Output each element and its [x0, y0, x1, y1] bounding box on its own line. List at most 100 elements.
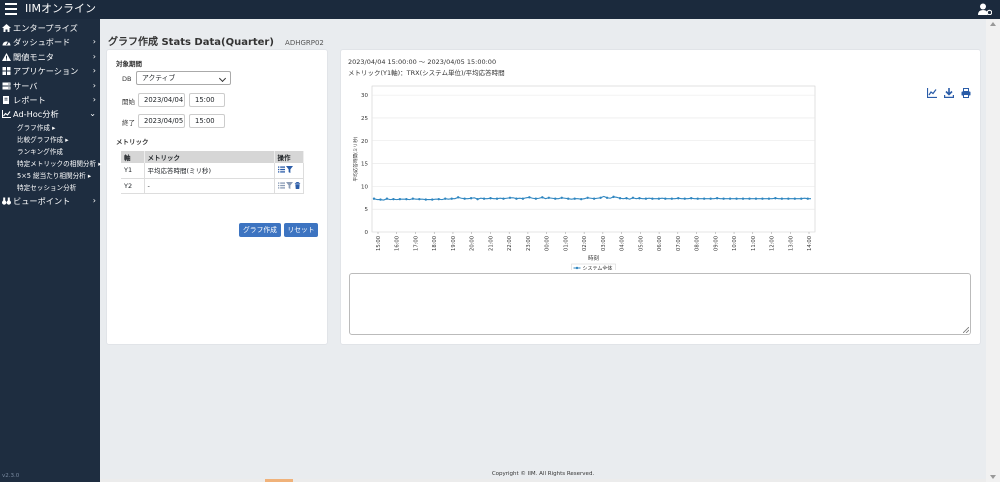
data-point — [702, 197, 706, 200]
chart-type-icon[interactable] — [927, 88, 937, 98]
sidebar-subitem[interactable]: 特定メトリックの相関分析 ▸ — [0, 158, 102, 170]
end-time-input[interactable]: 15:00 — [189, 114, 225, 128]
data-point — [787, 197, 790, 200]
x-axis-label: 時刻 — [588, 254, 600, 262]
scroll-up-icon[interactable] — [990, 22, 996, 26]
data-point — [638, 197, 641, 200]
y-tick-label: 10 — [361, 184, 368, 190]
start-time-input[interactable]: 15:00 — [189, 93, 225, 107]
data-point — [664, 197, 667, 200]
col-actions: 操作 — [274, 151, 304, 163]
x-tick-label: 19:00 — [451, 236, 457, 251]
filter-icon[interactable] — [285, 181, 293, 189]
sidebar-subitem[interactable]: ランキング作成 — [0, 146, 100, 158]
data-point — [767, 197, 771, 200]
sidebar-subitem[interactable]: グラフ作成 ▸ — [0, 122, 100, 134]
chart-icon — [2, 110, 11, 119]
sidebar-item[interactable]: エンタープライズ — [0, 21, 100, 35]
warning-icon — [2, 52, 11, 61]
legend-marker — [575, 266, 579, 270]
filter-icon[interactable] — [285, 166, 293, 174]
sidebar-item[interactable]: ビューポイント › — [0, 194, 100, 208]
sidebar-item[interactable]: 閾値モニタ › — [0, 50, 100, 64]
x-tick-label: 12:00 — [770, 236, 776, 251]
db-select[interactable]: アクティブ — [136, 71, 231, 85]
data-point — [573, 197, 576, 200]
metric-heading: メトリック — [116, 138, 149, 146]
chevron-right-icon: › — [92, 80, 96, 90]
page-title: グラフ作成 Stats Data(Quarter) — [108, 37, 274, 48]
data-point — [605, 196, 609, 199]
data-point — [444, 197, 447, 200]
db-label: DB — [122, 75, 132, 83]
x-tick-label: 04:00 — [620, 236, 626, 251]
row-axis: Y2 — [121, 178, 145, 194]
y-tick-label: 0 — [365, 230, 369, 236]
resize-grip-icon[interactable] — [963, 327, 969, 333]
x-tick-label: 06:00 — [657, 236, 663, 251]
data-point — [560, 196, 563, 199]
row-actions — [274, 178, 304, 194]
sidebar-item[interactable]: ダッシュボード › — [0, 35, 100, 49]
notes-textarea[interactable] — [349, 273, 971, 335]
y-tick-label: 20 — [361, 139, 368, 145]
chevron-right-icon: › — [92, 51, 96, 61]
data-point — [586, 196, 589, 199]
y-tick-label: 25 — [361, 116, 368, 122]
download-icon[interactable] — [944, 88, 954, 98]
scroll-down-icon[interactable] — [990, 475, 996, 479]
data-point — [398, 197, 402, 201]
start-label: 開始 — [122, 98, 135, 106]
target-period-heading: 対象期間 — [116, 60, 142, 68]
vertical-scrollbar[interactable] — [986, 19, 1000, 482]
data-point — [748, 197, 751, 200]
data-point — [761, 197, 764, 200]
chevron-right-icon: › — [92, 37, 96, 47]
data-point — [547, 196, 550, 199]
x-tick-label: 08:00 — [695, 236, 701, 251]
sidebar: エンタープライズ ダッシュボード › 閾値モニタ › アプリケーション › サーバ › レポート ›… — [0, 19, 102, 482]
nav-list: エンタープライズ ダッシュボード › 閾値モニタ › アプリケーション › サーバ › レポート ›… — [0, 21, 100, 122]
metric-table: 軸 メトリック 操作 Y1 平均応答時間(ミリ秒) Y2 - — [121, 151, 304, 194]
sidebar-item[interactable]: レポート › — [0, 93, 100, 107]
sidebar-item[interactable]: サーバ › — [0, 79, 100, 93]
data-point — [728, 197, 732, 200]
chart-metric-label: メトリック(Y1軸)：TRX(システム単位)/平均応答時間 — [348, 69, 505, 77]
sidebar-item-label: レポート — [13, 94, 46, 105]
x-tick-label: 05:00 — [638, 236, 644, 251]
data-point — [482, 197, 486, 200]
data-point — [405, 197, 408, 201]
create-graph-button[interactable]: グラフ作成 — [239, 223, 281, 237]
row-axis: Y1 — [121, 163, 145, 179]
data-point — [392, 197, 395, 201]
col-axis: 軸 — [121, 151, 145, 163]
end-date-input[interactable]: 2023/04/05 — [138, 114, 185, 128]
list-icon[interactable] — [277, 166, 285, 173]
data-point — [495, 197, 499, 200]
binoculars-icon — [2, 197, 11, 205]
user-settings-icon[interactable] — [978, 3, 992, 15]
sidebar-item-label: ダッシュボード — [13, 37, 71, 48]
sidebar-subitem[interactable]: 5×5 総当たり相関分析 ▸ — [0, 170, 100, 182]
sidebar-item-label: エンタープライズ — [13, 23, 78, 33]
app-title: IIMオンライン — [25, 2, 96, 15]
data-point — [754, 197, 758, 200]
start-date-input[interactable]: 2023/04/04 — [138, 93, 185, 107]
trash-icon[interactable] — [294, 181, 301, 189]
x-tick-label: 22:00 — [507, 236, 513, 251]
list-icon[interactable] — [277, 181, 285, 189]
row-metric: - — [144, 178, 275, 194]
app-version: v2.3.0 — [2, 473, 20, 479]
sidebar-item[interactable]: アプリケーション › — [0, 64, 100, 78]
hamburger-menu-icon[interactable] — [5, 3, 17, 15]
x-tick-label: 02:00 — [582, 236, 588, 251]
sidebar-subitem[interactable]: 比較グラフ作成 ▸ — [0, 134, 100, 146]
sidebar-subitem[interactable]: 特定セッション分析 — [0, 182, 100, 194]
x-tick-label: 14:00 — [807, 236, 813, 251]
end-label: 終了 — [122, 119, 135, 127]
print-icon[interactable] — [961, 88, 971, 98]
reset-button[interactable]: リセット — [284, 223, 318, 237]
sidebar-item[interactable]: Ad-Hoc分析 ⌄ — [0, 107, 100, 121]
chevron-right-icon: › — [92, 94, 96, 104]
data-point — [592, 197, 596, 200]
